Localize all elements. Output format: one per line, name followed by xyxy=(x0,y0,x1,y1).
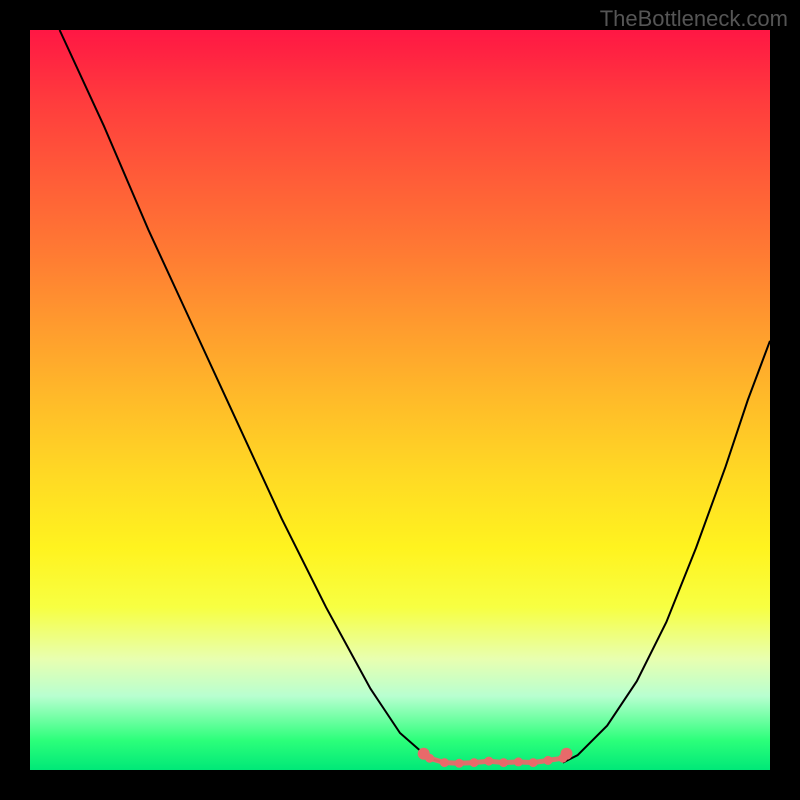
right-curve-line xyxy=(563,341,770,763)
chart-svg xyxy=(30,30,770,770)
flat-marker-dot xyxy=(470,758,479,767)
flat-region-line xyxy=(430,758,563,763)
end-marker-dot xyxy=(418,748,430,760)
flat-marker-dot xyxy=(544,756,553,765)
flat-marker-dot xyxy=(440,758,449,767)
flat-marker-dot xyxy=(455,759,464,768)
end-marker-dot xyxy=(561,748,573,760)
flat-marker-dot xyxy=(529,758,538,767)
flat-marker-dot xyxy=(484,757,493,766)
flat-marker-dot xyxy=(514,757,523,766)
watermark-text: TheBottleneck.com xyxy=(600,6,788,32)
flat-marker-dot xyxy=(499,758,508,767)
chart-plot-area xyxy=(30,30,770,770)
left-curve-line xyxy=(60,30,445,763)
